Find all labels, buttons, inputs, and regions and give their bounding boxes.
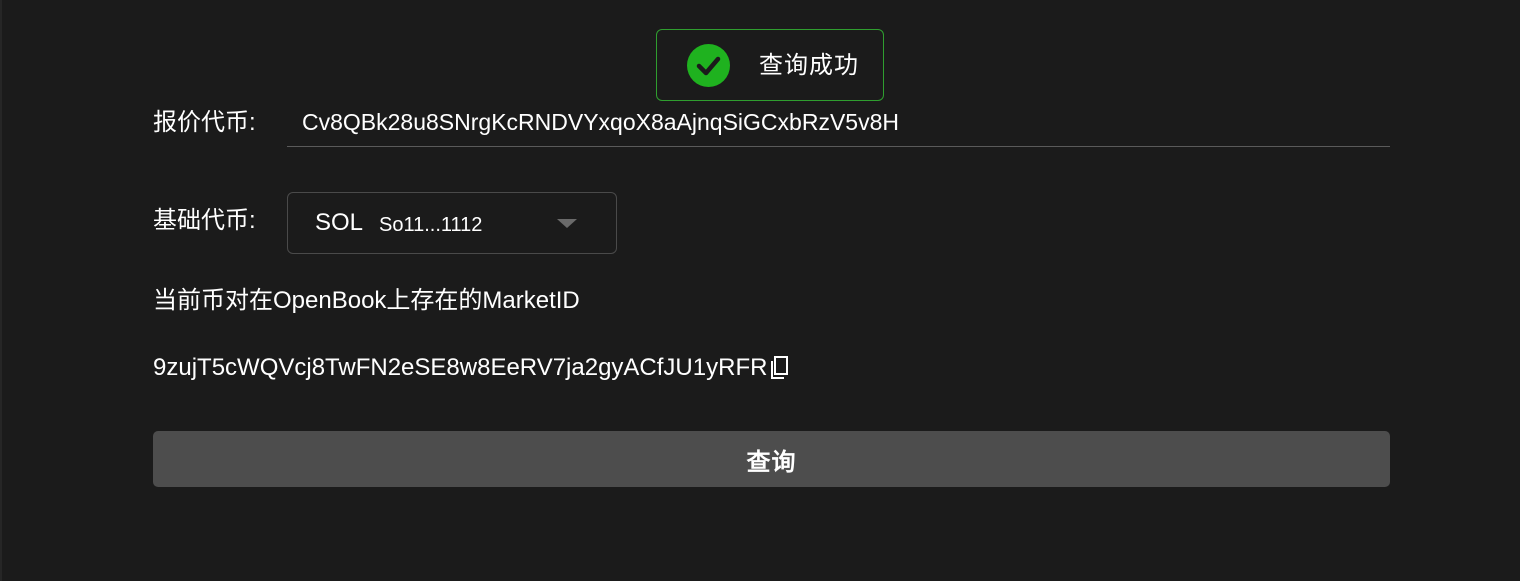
selected-token-symbol: SOL — [315, 209, 364, 236]
query-button[interactable]: 查询 — [153, 431, 1390, 487]
selected-token-address: So11...1112 — [379, 214, 483, 236]
page: 查询成功 报价代币: 基础代币: SOL So11...1112 当前币对在Op… — [0, 0, 1520, 581]
quote-token-label: 报价代币: — [153, 109, 256, 136]
toast-message: 查询成功 — [759, 52, 859, 79]
left-edge-divider — [0, 0, 2, 581]
copy-icon[interactable] — [769, 355, 791, 381]
check-circle-icon — [687, 44, 730, 87]
market-id-value: 9zujT5cWQVcj8TwFN2eSE8w8EeRV7ja2gyACfJU1… — [153, 354, 768, 381]
market-id-row: 9zujT5cWQVcj8TwFN2eSE8w8EeRV7ja2gyACfJU1… — [153, 353, 791, 383]
market-id-heading: 当前币对在OpenBook上存在的MarketID — [153, 287, 580, 314]
base-token-select[interactable]: SOL So11...1112 — [287, 192, 617, 254]
base-token-label: 基础代币: — [153, 207, 256, 234]
success-toast: 查询成功 — [656, 29, 884, 101]
chevron-down-icon — [557, 219, 577, 228]
quote-token-input[interactable] — [287, 104, 1390, 147]
